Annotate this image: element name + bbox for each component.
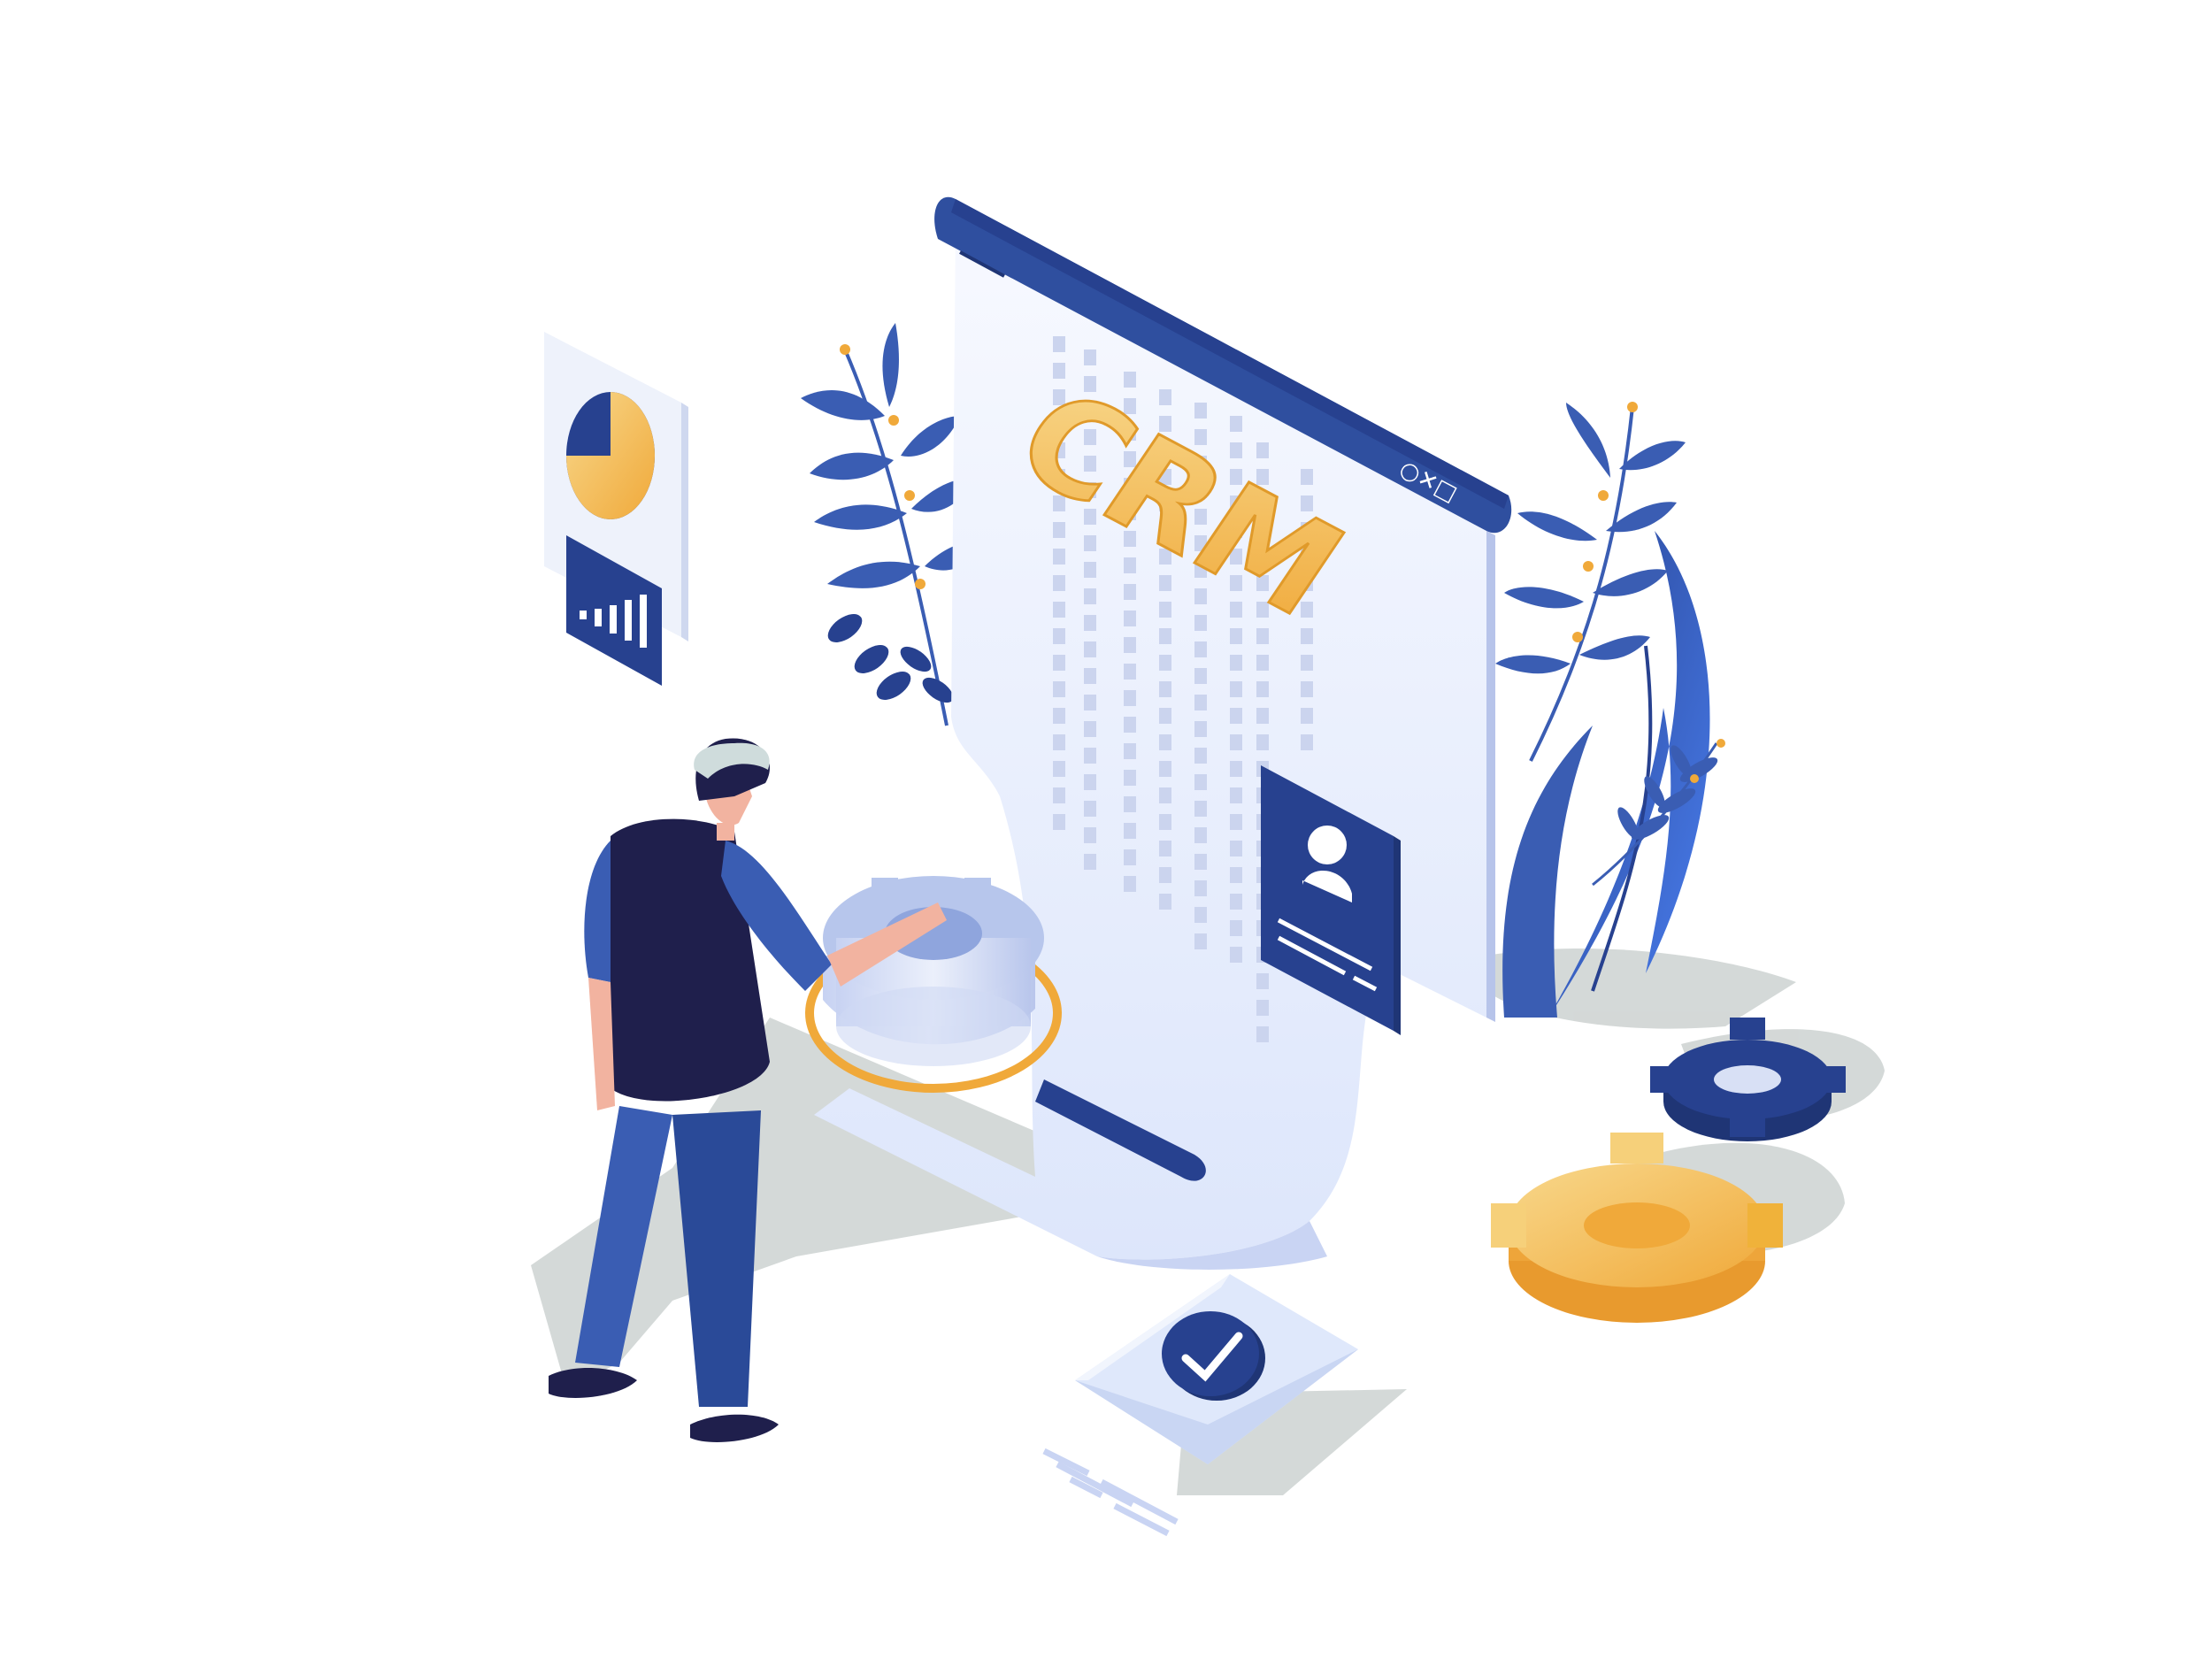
- text-lines: [1042, 1448, 1179, 1537]
- crm-isometric-illustration: ○✕□ CRM: [531, 196, 1885, 1537]
- analytics-panel: [544, 332, 688, 686]
- leaf-plant-icon-right: [1495, 402, 1725, 1018]
- pie-chart-icon: [566, 392, 655, 519]
